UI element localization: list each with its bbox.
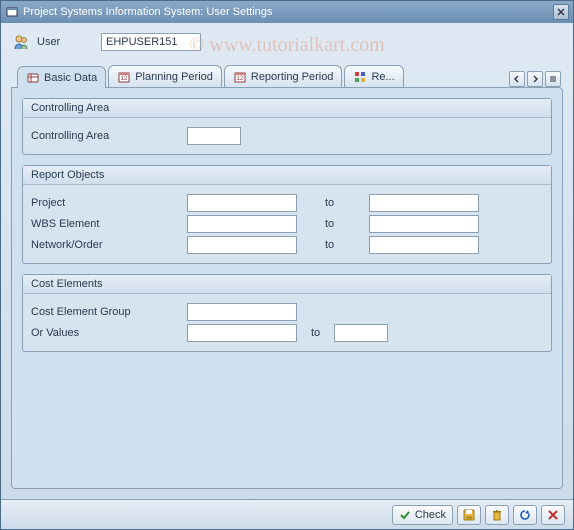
check-label: Check <box>415 509 446 521</box>
label-cost-element-group: Cost Element Group <box>31 306 181 318</box>
save-icon <box>463 509 475 521</box>
tab-reporting-period[interactable]: 12 Reporting Period <box>224 65 343 87</box>
input-network-from[interactable] <box>187 236 297 254</box>
row-controlling-area: Controlling Area <box>31 127 543 145</box>
label-to: to <box>303 197 363 209</box>
user-label: User <box>37 36 93 48</box>
grid-icon <box>353 70 367 84</box>
input-project-from[interactable] <box>187 194 297 212</box>
label-or-values: Or Values <box>31 327 181 339</box>
tab-panel-basic-data: Controlling Area Controlling Area Report… <box>11 87 563 489</box>
label-network: Network/Order <box>31 239 181 251</box>
input-cost-element-group[interactable] <box>187 303 297 321</box>
window-title: Project Systems Information System: User… <box>23 6 553 18</box>
chevron-left-icon <box>513 75 521 83</box>
check-icon <box>399 509 411 521</box>
cancel-icon <box>547 509 559 521</box>
user-input[interactable] <box>101 33 201 51</box>
tab-planning-period[interactable]: 12 Planning Period <box>108 65 222 87</box>
calendar-icon: 12 <box>233 70 247 84</box>
refresh-button[interactable] <box>513 505 537 525</box>
label-to: to <box>303 239 363 251</box>
refresh-icon <box>519 509 531 521</box>
tab-scroll <box>509 71 563 87</box>
row-or-values: Or Values to <box>31 324 543 342</box>
label-project: Project <box>31 197 181 209</box>
group-cost-elements: Cost Elements Cost Element Group Or Valu… <box>22 274 552 352</box>
group-title: Report Objects <box>23 166 551 185</box>
label-controlling-area: Controlling Area <box>31 130 181 142</box>
window-icon <box>5 5 19 19</box>
user-row: User <box>1 23 573 59</box>
tab-row: Basic Data 12 Planning Period 12 Reporti… <box>11 65 563 87</box>
label-to: to <box>303 327 328 339</box>
footer: Check <box>1 499 573 529</box>
titlebar: Project Systems Information System: User… <box>1 1 573 23</box>
tab-label: Basic Data <box>44 72 97 84</box>
svg-text:12: 12 <box>237 76 244 82</box>
close-icon <box>557 8 565 16</box>
row-wbs: WBS Element to <box>31 215 543 233</box>
tab-re-truncated[interactable]: Re... <box>344 65 403 87</box>
delete-button[interactable] <box>485 505 509 525</box>
tab-label: Re... <box>371 71 394 83</box>
label-to: to <box>303 218 363 230</box>
input-network-to[interactable] <box>369 236 479 254</box>
input-or-values-from[interactable] <box>187 324 297 342</box>
data-icon <box>26 71 40 85</box>
tab-list-button[interactable] <box>545 71 561 87</box>
tab-label: Reporting Period <box>251 71 334 83</box>
svg-text:12: 12 <box>121 76 128 82</box>
label-wbs: WBS Element <box>31 218 181 230</box>
tab-scroll-right[interactable] <box>527 71 543 87</box>
input-wbs-to[interactable] <box>369 215 479 233</box>
group-controlling-area: Controlling Area Controlling Area <box>22 98 552 155</box>
close-button[interactable] <box>553 4 569 20</box>
calendar-icon: 12 <box>117 70 131 84</box>
tabstrip: Basic Data 12 Planning Period 12 Reporti… <box>11 65 563 489</box>
tab-scroll-left[interactable] <box>509 71 525 87</box>
row-network: Network/Order to <box>31 236 543 254</box>
row-project: Project to <box>31 194 543 212</box>
row-cost-element-group: Cost Element Group <box>31 303 543 321</box>
input-project-to[interactable] <box>369 194 479 212</box>
input-or-values-to[interactable] <box>334 324 388 342</box>
tab-label: Planning Period <box>135 71 213 83</box>
cancel-button[interactable] <box>541 505 565 525</box>
chevron-right-icon <box>531 75 539 83</box>
save-button[interactable] <box>457 505 481 525</box>
group-title: Controlling Area <box>23 99 551 118</box>
input-wbs-from[interactable] <box>187 215 297 233</box>
group-title: Cost Elements <box>23 275 551 294</box>
check-button[interactable]: Check <box>392 505 453 525</box>
group-report-objects: Report Objects Project to WBS Element to <box>22 165 552 264</box>
input-controlling-area[interactable] <box>187 127 241 145</box>
window: Project Systems Information System: User… <box>0 0 574 530</box>
tab-basic-data[interactable]: Basic Data <box>17 66 106 88</box>
trash-icon <box>491 509 503 521</box>
list-icon <box>549 75 557 83</box>
user-icon <box>13 34 29 50</box>
